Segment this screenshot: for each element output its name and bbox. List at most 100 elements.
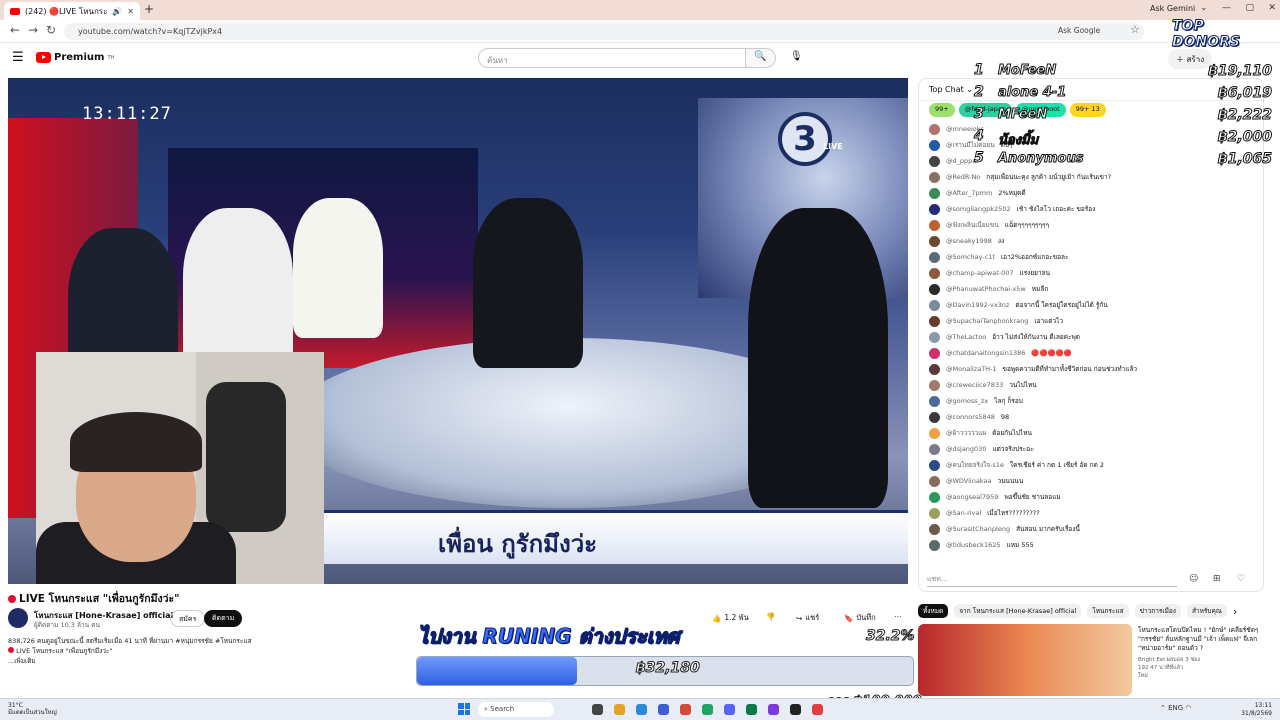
minimize-icon[interactable]: — xyxy=(1222,3,1231,13)
chat-avatar[interactable] xyxy=(929,251,940,263)
chat-avatar[interactable] xyxy=(929,139,940,151)
chat-avatar[interactable] xyxy=(929,235,940,247)
chat-avatar[interactable] xyxy=(929,331,940,343)
reload-icon[interactable]: ↻ xyxy=(46,23,56,37)
chat-avatar[interactable] xyxy=(929,267,940,279)
discord-icon[interactable] xyxy=(724,704,735,715)
youtube-logo[interactable]: Premium TH xyxy=(36,52,114,63)
chat-author[interactable]: @SupachaiTanphonkrang xyxy=(946,317,1028,325)
chat-author[interactable]: @tidusbeck1625 xyxy=(946,541,1001,549)
related-chip[interactable]: สำหรับคุณ xyxy=(1186,604,1227,618)
pinned-chip[interactable]: 99+ xyxy=(929,103,955,117)
app-icon[interactable] xyxy=(768,704,779,715)
video-player[interactable]: 3 LIVE 13:11:27 เพื่อน กูรักมึงว่ะ xyxy=(8,78,908,584)
chevron-right-icon[interactable]: › xyxy=(1233,605,1237,618)
app-icon[interactable] xyxy=(812,704,823,715)
chat-avatar[interactable] xyxy=(929,363,940,375)
speaker-icon[interactable]: 🔊 xyxy=(112,7,122,16)
chat-author[interactable]: @champ-apiwat-007 xyxy=(946,269,1014,277)
description-more[interactable]: ...เพิ่มเติม xyxy=(8,656,408,666)
hamburger-menu-icon[interactable]: ☰ xyxy=(12,50,24,65)
chat-author[interactable]: @SurasitChanpleng xyxy=(946,525,1010,533)
chat-author[interactable]: @Davin1992-vx3nz xyxy=(946,301,1009,309)
new-tab-icon[interactable]: + xyxy=(144,2,154,16)
tab-search-icon[interactable]: ⌄ xyxy=(1200,3,1208,13)
chat-avatar[interactable] xyxy=(929,411,940,423)
chat-author[interactable]: @gomoss_zx xyxy=(946,397,988,405)
chat-avatar[interactable] xyxy=(929,475,940,487)
chat-author[interactable]: @chatdanaitongsin1386 xyxy=(946,349,1025,357)
chat-author[interactable]: @creweciice7833 xyxy=(946,381,1003,389)
task-view-icon[interactable] xyxy=(592,704,603,715)
heart-icon[interactable]: ♡ xyxy=(1237,574,1245,584)
microphone-icon[interactable]: 🎙 xyxy=(790,51,803,62)
taskbar-clock[interactable]: 13:11 31/8/2569 xyxy=(1224,702,1272,718)
file-explorer-icon[interactable] xyxy=(614,704,625,715)
chat-author[interactable]: @คนไทยจริงใจ-s1e xyxy=(946,460,1004,470)
chat-avatar[interactable] xyxy=(929,283,940,295)
chat-avatar[interactable] xyxy=(929,379,940,391)
chat-author[interactable]: @PhanuwatPhochai-x5w xyxy=(946,285,1026,293)
chat-avatar[interactable] xyxy=(929,123,940,135)
windows-start-icon[interactable] xyxy=(458,703,470,715)
subscribe-button[interactable]: ติดตาม xyxy=(204,610,243,627)
app-icon[interactable] xyxy=(746,704,757,715)
chrome-icon[interactable] xyxy=(702,704,713,715)
chat-author[interactable]: @somgliangpk2502 xyxy=(946,205,1011,213)
ask-gemini-button[interactable]: Ask Gemini xyxy=(1150,4,1195,13)
join-button[interactable]: สมัคร xyxy=(170,610,206,627)
chat-avatar[interactable] xyxy=(929,507,940,519)
chat-avatar[interactable] xyxy=(929,171,940,183)
chat-author[interactable]: @WDViinakaa xyxy=(946,477,991,485)
chat-avatar[interactable] xyxy=(929,427,940,439)
chat-author[interactable]: @dsjang030 xyxy=(946,445,986,453)
chat-author[interactable]: @TheLactoo xyxy=(946,333,986,341)
edge-icon[interactable] xyxy=(636,704,647,715)
close-window-icon[interactable]: ✕ xyxy=(1268,3,1276,13)
back-icon[interactable]: ← xyxy=(10,23,20,37)
chat-avatar[interactable] xyxy=(929,539,940,551)
chat-avatar[interactable] xyxy=(929,395,940,407)
forward-icon[interactable]: → xyxy=(28,23,38,37)
chat-input[interactable]: แชท... xyxy=(927,571,1177,587)
related-chip[interactable]: โหนกระแส xyxy=(1087,604,1129,618)
search-input[interactable]: ค้นหา xyxy=(478,48,746,68)
video-description[interactable]: 838,726 คนดูอยู่ในขณะนี้ สตรีมเริ่มเมื่อ… xyxy=(8,636,408,702)
chat-author[interactable]: @sneaky1998 xyxy=(946,237,992,245)
chat-avatar[interactable] xyxy=(929,299,940,311)
related-video-thumbnail[interactable] xyxy=(918,624,1132,696)
search-button[interactable]: 🔍 xyxy=(746,48,776,68)
maximize-icon[interactable]: ▢ xyxy=(1245,3,1254,13)
chat-author[interactable]: @Somchay-c1t xyxy=(946,253,995,261)
chat-author[interactable]: @aongseal7959 xyxy=(946,493,998,501)
weather-widget[interactable]: 31°C มีแดดเป็นส่วนใหญ่ xyxy=(8,702,57,716)
taskbar-search[interactable]: ⌕ Search xyxy=(478,702,554,717)
related-chip[interactable]: ทั้งหมด xyxy=(918,604,949,618)
chat-author[interactable]: @connors5848 xyxy=(946,413,995,421)
super-chat-icon[interactable]: ⊞ xyxy=(1213,574,1221,584)
chat-author[interactable]: @ฟังเพลินเนี่ยแขน xyxy=(946,220,999,230)
channel-avatar[interactable] xyxy=(8,608,28,628)
related-chip[interactable]: จาก โหนกระแส [Hone-Krasae] official xyxy=(954,604,1082,618)
chat-avatar[interactable] xyxy=(929,155,940,167)
app-icon[interactable] xyxy=(658,704,669,715)
chat-author[interactable]: @After_7pmm xyxy=(946,189,992,197)
chat-author[interactable]: @MonalizaTH-1 xyxy=(946,365,997,373)
chat-avatar[interactable] xyxy=(929,523,940,535)
obs-icon[interactable] xyxy=(790,704,801,715)
chat-author[interactable]: @ผ้าวววววแผ xyxy=(946,428,986,438)
chat-avatar[interactable] xyxy=(929,203,940,215)
system-tray[interactable]: ⌃ ENG ◠ xyxy=(1160,704,1192,712)
chat-author[interactable]: @San-rival xyxy=(946,509,981,517)
chat-avatar[interactable] xyxy=(929,347,940,359)
chat-avatar[interactable] xyxy=(929,315,940,327)
chat-avatar[interactable] xyxy=(929,491,940,503)
chat-avatar[interactable] xyxy=(929,459,940,471)
related-chip[interactable]: ข่าวการเมือง xyxy=(1134,604,1181,618)
chat-avatar[interactable] xyxy=(929,443,940,455)
chat-avatar[interactable] xyxy=(929,219,940,231)
close-tab-icon[interactable]: ✕ xyxy=(127,7,134,16)
emoji-icon[interactable]: ☺ xyxy=(1189,574,1198,584)
chat-avatar[interactable] xyxy=(929,187,940,199)
browser-tab-active[interactable]: (242) 🔴LIVE โหนกระแส "เพื่อ 🔊 ✕ xyxy=(4,2,140,20)
